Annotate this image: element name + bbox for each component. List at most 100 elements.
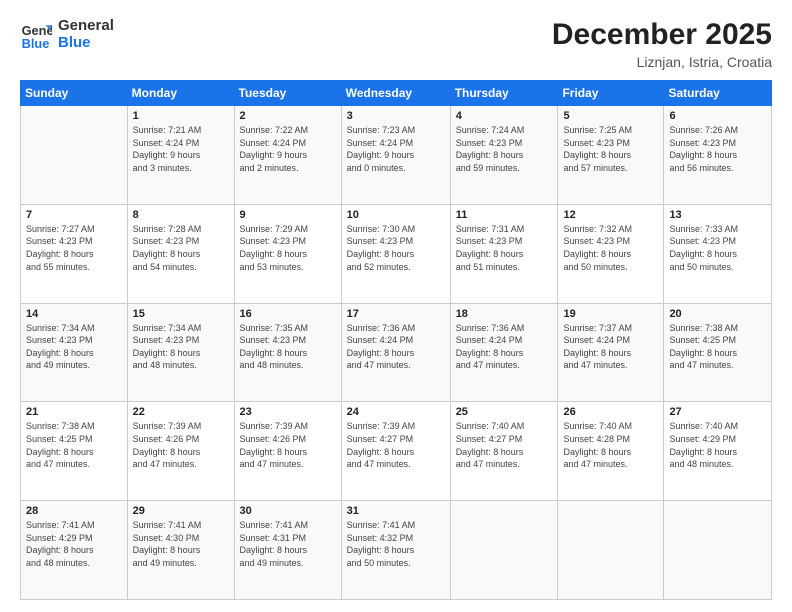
calendar-cell (21, 106, 128, 205)
day-number: 1 (133, 110, 229, 122)
day-info: Sunrise: 7:24 AMSunset: 4:23 PMDaylight:… (456, 124, 553, 174)
calendar-week-3: 14Sunrise: 7:34 AMSunset: 4:23 PMDayligh… (21, 303, 772, 402)
calendar-cell (450, 501, 558, 600)
day-info: Sunrise: 7:29 AMSunset: 4:23 PMDaylight:… (240, 223, 336, 273)
calendar-cell: 13Sunrise: 7:33 AMSunset: 4:23 PMDayligh… (664, 204, 772, 303)
calendar-cell: 17 Sunrise: 7:36 AMSunset: 4:24 PMDayligh… (341, 303, 450, 402)
calendar-cell: 4 Sunrise: 7:24 AMSunset: 4:23 PMDaylight… (450, 106, 558, 205)
calendar-week-1: 1 Sunrise: 7:21 AMSunset: 4:24 PMDaylight… (21, 106, 772, 205)
day-number: 10 (347, 209, 445, 221)
day-info: Sunrise: 7:21 AMSunset: 4:24 PMDaylight:… (133, 124, 229, 174)
calendar-cell: 8 Sunrise: 7:28 AMSunset: 4:23 PMDaylight… (127, 204, 234, 303)
month-title: December 2025 (552, 18, 772, 52)
day-info: Sunrise: 7:30 AMSunset: 4:23 PMDaylight:… (347, 223, 445, 273)
day-info: Sunrise: 7:34 AMSunset: 4:23 PMDaylight:… (133, 322, 229, 372)
day-number: 6 (669, 110, 766, 122)
calendar-cell: 18Sunrise: 7:36 AMSunset: 4:24 PMDayligh… (450, 303, 558, 402)
day-info: Sunrise: 7:41 AMSunset: 4:29 PMDaylight:… (26, 519, 122, 569)
th-saturday: Saturday (664, 81, 772, 106)
calendar-week-2: 7 Sunrise: 7:27 AMSunset: 4:23 PMDaylight… (21, 204, 772, 303)
calendar-cell: 31Sunrise: 7:41 AMSunset: 4:32 PMDayligh… (341, 501, 450, 600)
day-number: 16 (240, 308, 336, 320)
day-number: 29 (133, 505, 229, 517)
day-info: Sunrise: 7:28 AMSunset: 4:23 PMDaylight:… (133, 223, 229, 273)
day-number: 26 (563, 406, 658, 418)
day-number: 11 (456, 209, 553, 221)
day-number: 15 (133, 308, 229, 320)
header: General Blue General Blue December 2025 … (20, 18, 772, 70)
title-block: December 2025 Liznjan, Istria, Croatia (552, 18, 772, 70)
th-monday: Monday (127, 81, 234, 106)
calendar-cell: 16 Sunrise: 7:35 AMSunset: 4:23 PMDayligh… (234, 303, 341, 402)
calendar-cell: 14Sunrise: 7:34 AMSunset: 4:23 PMDayligh… (21, 303, 128, 402)
calendar-cell: 22Sunrise: 7:39 AMSunset: 4:26 PMDayligh… (127, 402, 234, 501)
day-info: Sunrise: 7:38 AMSunset: 4:25 PMDaylight:… (669, 322, 766, 372)
calendar-cell: 10 Sunrise: 7:30 AMSunset: 4:23 PMDayligh… (341, 204, 450, 303)
calendar-cell: 25Sunrise: 7:40 AMSunset: 4:27 PMDayligh… (450, 402, 558, 501)
day-number: 7 (26, 209, 122, 221)
th-thursday: Thursday (450, 81, 558, 106)
calendar-cell: 7 Sunrise: 7:27 AMSunset: 4:23 PMDaylight… (21, 204, 128, 303)
day-info: Sunrise: 7:40 AMSunset: 4:28 PMDaylight:… (563, 420, 658, 470)
logo: General Blue General Blue (20, 18, 114, 51)
day-number: 4 (456, 110, 553, 122)
logo-line1: General (58, 18, 114, 35)
day-info: Sunrise: 7:39 AMSunset: 4:26 PMDaylight:… (240, 420, 336, 470)
day-number: 21 (26, 406, 122, 418)
day-info: Sunrise: 7:36 AMSunset: 4:24 PMDaylight:… (347, 322, 445, 372)
calendar-cell: 21 Sunrise: 7:38 AMSunset: 4:25 PMDayligh… (21, 402, 128, 501)
calendar-cell: 6Sunrise: 7:26 AMSunset: 4:23 PMDaylight… (664, 106, 772, 205)
calendar-page: General Blue General Blue December 2025 … (0, 0, 792, 612)
th-wednesday: Wednesday (341, 81, 450, 106)
day-info: Sunrise: 7:41 AMSunset: 4:30 PMDaylight:… (133, 519, 229, 569)
day-info: Sunrise: 7:33 AMSunset: 4:23 PMDaylight:… (669, 223, 766, 273)
calendar-cell: 27 Sunrise: 7:40 AMSunset: 4:29 PMDayligh… (664, 402, 772, 501)
day-number: 20 (669, 308, 766, 320)
day-info: Sunrise: 7:40 AMSunset: 4:27 PMDaylight:… (456, 420, 553, 470)
calendar-week-4: 21 Sunrise: 7:38 AMSunset: 4:25 PMDayligh… (21, 402, 772, 501)
day-number: 18 (456, 308, 553, 320)
calendar-cell: 12Sunrise: 7:32 AMSunset: 4:23 PMDayligh… (558, 204, 664, 303)
day-number: 8 (133, 209, 229, 221)
day-number: 12 (563, 209, 658, 221)
day-info: Sunrise: 7:25 AMSunset: 4:23 PMDaylight:… (563, 124, 658, 174)
day-info: Sunrise: 7:39 AMSunset: 4:27 PMDaylight:… (347, 420, 445, 470)
day-number: 24 (347, 406, 445, 418)
day-info: Sunrise: 7:38 AMSunset: 4:25 PMDaylight:… (26, 420, 122, 470)
day-info: Sunrise: 7:41 AMSunset: 4:32 PMDaylight:… (347, 519, 445, 569)
day-info: Sunrise: 7:22 AMSunset: 4:24 PMDaylight:… (240, 124, 336, 174)
calendar-cell: 28 Sunrise: 7:41 AMSunset: 4:29 PMDayligh… (21, 501, 128, 600)
calendar-cell: 20 Sunrise: 7:38 AMSunset: 4:25 PMDayligh… (664, 303, 772, 402)
svg-text:Blue: Blue (22, 35, 50, 50)
day-number: 17 (347, 308, 445, 320)
day-info: Sunrise: 7:23 AMSunset: 4:24 PMDaylight:… (347, 124, 445, 174)
calendar-cell: 5 Sunrise: 7:25 AMSunset: 4:23 PMDaylight… (558, 106, 664, 205)
day-info: Sunrise: 7:41 AMSunset: 4:31 PMDaylight:… (240, 519, 336, 569)
calendar-cell: 11 Sunrise: 7:31 AMSunset: 4:23 PMDayligh… (450, 204, 558, 303)
calendar-cell: 30Sunrise: 7:41 AMSunset: 4:31 PMDayligh… (234, 501, 341, 600)
day-number: 28 (26, 505, 122, 517)
day-number: 3 (347, 110, 445, 122)
location-subtitle: Liznjan, Istria, Croatia (552, 54, 772, 70)
calendar-cell (664, 501, 772, 600)
calendar-cell: 24 Sunrise: 7:39 AMSunset: 4:27 PMDayligh… (341, 402, 450, 501)
day-number: 5 (563, 110, 658, 122)
day-number: 9 (240, 209, 336, 221)
day-info: Sunrise: 7:40 AMSunset: 4:29 PMDaylight:… (669, 420, 766, 470)
day-info: Sunrise: 7:37 AMSunset: 4:24 PMDaylight:… (563, 322, 658, 372)
th-friday: Friday (558, 81, 664, 106)
day-info: Sunrise: 7:27 AMSunset: 4:23 PMDaylight:… (26, 223, 122, 273)
day-info: Sunrise: 7:34 AMSunset: 4:23 PMDaylight:… (26, 322, 122, 372)
day-info: Sunrise: 7:35 AMSunset: 4:23 PMDaylight:… (240, 322, 336, 372)
day-number: 22 (133, 406, 229, 418)
day-info: Sunrise: 7:31 AMSunset: 4:23 PMDaylight:… (456, 223, 553, 273)
calendar-cell: 3 Sunrise: 7:23 AMSunset: 4:24 PMDaylight… (341, 106, 450, 205)
calendar-table: Sunday Monday Tuesday Wednesday Thursday… (20, 80, 772, 600)
calendar-cell: 26 Sunrise: 7:40 AMSunset: 4:28 PMDayligh… (558, 402, 664, 501)
logo-icon: General Blue (20, 19, 52, 51)
calendar-cell (558, 501, 664, 600)
calendar-cell: 29 Sunrise: 7:41 AMSunset: 4:30 PMDayligh… (127, 501, 234, 600)
day-number: 19 (563, 308, 658, 320)
calendar-cell: 2Sunrise: 7:22 AMSunset: 4:24 PMDaylight… (234, 106, 341, 205)
day-number: 27 (669, 406, 766, 418)
